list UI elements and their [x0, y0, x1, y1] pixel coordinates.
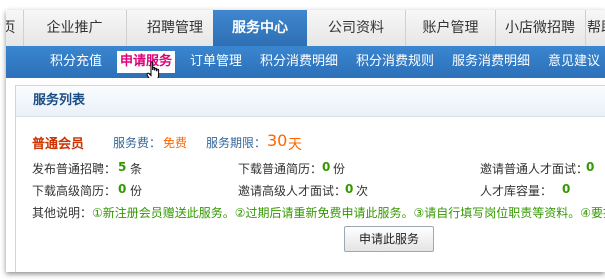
member-type: 普通会员	[32, 137, 85, 152]
tab-enterprise-promotion[interactable]: 企业推广	[23, 10, 127, 46]
quota-publish-normal-label: 发布普通招聘：	[32, 162, 117, 176]
quota-invite-advanced-value: 0	[345, 182, 354, 196]
subnav-points-recharge[interactable]: 积分充值	[50, 46, 102, 78]
quota-invite-normal-label: 邀请普通人才面试：	[480, 162, 589, 176]
tab-home[interactable]: 首页	[6, 10, 24, 46]
service-fee-value: 免费	[163, 136, 188, 150]
quota-publish-normal-unit: 条	[130, 162, 143, 176]
tab-company-profile[interactable]: 公司资料	[307, 10, 406, 46]
sub-navigation: 积分充值 申请服务 订单管理 积分消费明细 积分消费规则 服务消费明细 意见建议	[6, 46, 605, 78]
browser-viewport: 首页 企业推广 招聘管理 服务中心 公司资料 账户管理 小店微招聘 帮助 积分充…	[6, 10, 605, 272]
subnav-points-consumption-rules[interactable]: 积分消费规则	[356, 46, 434, 78]
tab-shop-micro-recruitment[interactable]: 小店微招聘	[495, 10, 586, 46]
service-period-unit: 天	[288, 137, 302, 153]
quota-publish-normal-value: 5	[118, 160, 127, 174]
quota-invite-normal-value: 0	[586, 160, 595, 174]
quota-download-normal-label: 下载普通简历：	[238, 162, 323, 176]
quota-invite-advanced-unit: 次	[356, 184, 369, 198]
quota-download-advanced-value: 0	[118, 182, 127, 196]
tab-service-center[interactable]: 服务中心	[213, 10, 307, 46]
subnav-feedback[interactable]: 意见建议	[548, 46, 600, 78]
service-period-value: 30	[267, 131, 288, 150]
notes-label: 其他说明：	[32, 206, 93, 220]
service-period-label: 服务期限：	[206, 136, 267, 150]
notes-text: ①新注册会员赠送此服务。②过期后请重新免费申请此服务。③请自行填写岗位职责等资料…	[92, 206, 605, 220]
quota-talent-pool-value: 0	[562, 182, 571, 196]
subnav-points-consumption-details[interactable]: 积分消费明细	[260, 46, 338, 78]
service-list-panel: 服务列表 普通会员 服务费： 免费 服务期限： 30 天 发布普通招聘： 5 条…	[15, 85, 605, 272]
subnav-service-consumption-details[interactable]: 服务消费明细	[452, 46, 530, 78]
top-tab-bar: 首页 企业推广 招聘管理 服务中心 公司资料 账户管理 小店微招聘 帮助	[6, 10, 605, 47]
quota-download-normal-unit: 份	[333, 162, 346, 176]
quota-talent-pool-label: 人才库容量：	[480, 184, 553, 198]
quota-invite-advanced-label: 邀请高级人才面试：	[238, 184, 347, 198]
main-content: 服务列表 普通会员 服务费： 免费 服务期限： 30 天 发布普通招聘： 5 条…	[6, 78, 605, 272]
quota-download-normal-value: 0	[322, 160, 331, 174]
tab-help[interactable]: 帮助	[587, 10, 605, 46]
service-fee-label: 服务费：	[113, 136, 162, 150]
tab-account-management[interactable]: 账户管理	[406, 10, 496, 46]
quota-download-advanced-unit: 份	[130, 184, 143, 198]
tab-recruitment-management[interactable]: 招聘管理	[127, 10, 224, 46]
subnav-order-management[interactable]: 订单管理	[190, 46, 242, 78]
apply-service-button[interactable]: 申请此服务	[344, 226, 434, 252]
quota-download-advanced-label: 下载高级简历：	[32, 184, 117, 198]
panel-title: 服务列表	[16, 86, 605, 117]
